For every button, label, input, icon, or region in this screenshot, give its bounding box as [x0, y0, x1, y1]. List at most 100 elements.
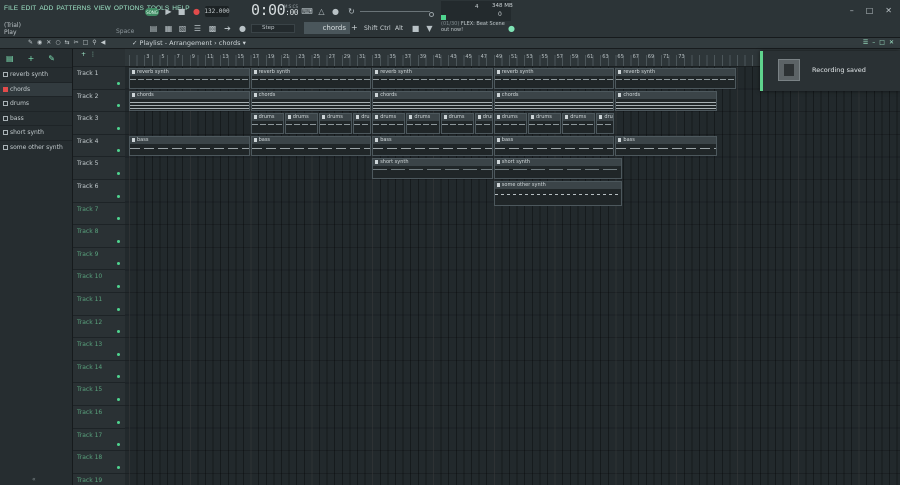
track-header[interactable]: Track 5 — [73, 157, 125, 180]
track-mute-led[interactable] — [117, 239, 120, 243]
pattern-clip[interactable]: drums — [406, 113, 440, 134]
pattern-clip[interactable]: bass — [493, 135, 615, 157]
pattern-clip[interactable]: drums — [319, 113, 353, 134]
pattern-clip[interactable]: drums — [596, 113, 615, 134]
track-header[interactable]: Track 9 — [73, 248, 125, 271]
track-mute-led[interactable] — [117, 375, 120, 379]
menu-file[interactable]: FILE — [4, 5, 18, 15]
track-header[interactable]: Track 8 — [73, 225, 125, 248]
master-pitch-slider[interactable] — [360, 11, 430, 12]
delete-tool-icon[interactable]: ✕ — [46, 39, 51, 46]
snap-selector[interactable]: Step — [251, 24, 295, 33]
cart-icon[interactable]: ▼ — [424, 23, 435, 34]
pattern-clip[interactable]: reverb synth — [250, 68, 372, 89]
pattern-clip[interactable]: reverb synth — [372, 68, 493, 89]
track-mute-led[interactable] — [117, 262, 120, 266]
piano-roll-icon[interactable]: ▦ — [163, 23, 174, 34]
track-header[interactable]: Track 10 — [73, 270, 125, 293]
track-header[interactable]: Track 2 — [73, 90, 125, 113]
track-mute-led[interactable] — [117, 171, 120, 175]
maximize-icon[interactable]: □ — [866, 6, 874, 15]
pattern-clip[interactable]: bass — [250, 135, 372, 157]
track-mute-led[interactable] — [117, 465, 120, 469]
pattern-clip[interactable]: chords — [493, 90, 615, 112]
pattern-clip[interactable]: short synth — [493, 158, 622, 179]
pattern-clip[interactable]: short synth — [372, 158, 493, 179]
notification-toast[interactable]: Recording saved — [760, 51, 900, 91]
picker-item[interactable]: reverb synth — [0, 67, 72, 82]
pattern-clip[interactable]: drums — [528, 113, 562, 134]
pattern-clip[interactable]: chords — [372, 90, 493, 112]
record-icon[interactable]: ● — [191, 6, 202, 17]
track-mute-led[interactable] — [117, 217, 120, 221]
pattern-clip[interactable]: some other synth — [493, 181, 622, 206]
pattern-clip[interactable]: bass — [615, 135, 717, 157]
pattern-clip[interactable]: reverb synth — [615, 68, 736, 89]
track-mute-led[interactable] — [117, 307, 120, 311]
online-icon[interactable]: ● — [506, 23, 517, 34]
pattern-clip[interactable]: drums — [353, 113, 372, 134]
paint-tool-icon[interactable]: ◉ — [37, 39, 42, 46]
track-mute-led[interactable] — [117, 104, 120, 108]
pattern-clip[interactable]: bass — [129, 135, 250, 157]
track-header[interactable]: Track 7 — [73, 203, 125, 226]
browser-icon[interactable]: ➔ — [222, 23, 233, 34]
track-mute-led[interactable] — [117, 352, 120, 356]
track-header[interactable]: Track 1 — [73, 67, 125, 90]
track-options-icon[interactable]: ⋮ — [90, 51, 96, 58]
news-link[interactable]: out now! — [441, 27, 463, 33]
picker-item[interactable]: bass — [0, 110, 72, 126]
alt-key[interactable]: Alt — [395, 25, 403, 32]
pattern-selector[interactable]: chords — [304, 22, 350, 34]
pattern-clip[interactable]: bass — [372, 135, 493, 157]
typing-keyboard-icon[interactable]: ⌨ — [300, 6, 314, 17]
master-volume-knob[interactable] — [429, 12, 434, 17]
picker-add-icon[interactable]: + — [28, 54, 35, 63]
shift-key[interactable]: Shift — [364, 25, 378, 32]
track-header[interactable]: Track 16 — [73, 406, 125, 429]
pattern-clip[interactable]: drums — [440, 113, 474, 134]
add-track-icon[interactable]: + — [81, 51, 86, 58]
picker-item[interactable]: drums — [0, 96, 72, 111]
window-close-icon[interactable]: ✕ — [889, 39, 894, 46]
picker-item[interactable]: chords — [0, 81, 72, 96]
window-menu-icon[interactable]: ☰ — [863, 39, 868, 46]
pattern-clip[interactable]: drums — [284, 113, 318, 134]
picker-scroll-icon[interactable]: « — [32, 476, 36, 483]
track-header[interactable]: Track 19 — [73, 474, 125, 485]
track-mute-led[interactable] — [117, 149, 120, 153]
tempo-display[interactable]: 132.000 — [204, 6, 230, 17]
window-minimize-icon[interactable]: – — [872, 39, 875, 46]
track-header[interactable]: Track 15 — [73, 383, 125, 406]
slice-tool-icon[interactable]: ✂ — [74, 39, 79, 46]
menu-edit[interactable]: EDIT — [21, 5, 36, 15]
pattern-clip[interactable]: drums — [562, 113, 596, 134]
stop-icon[interactable]: ■ — [176, 6, 187, 17]
track-header[interactable]: Track 13 — [73, 338, 125, 361]
mixer-icon[interactable]: ☰ — [192, 23, 203, 34]
track-header[interactable]: Track 12 — [73, 316, 125, 339]
plugin-picker-icon[interactable]: ▩ — [207, 23, 218, 34]
track-header[interactable]: Track 6 — [73, 180, 125, 203]
pattern-clip[interactable]: chords — [250, 90, 372, 112]
channel-rack-icon[interactable]: ▧ — [177, 23, 188, 34]
pattern-clip[interactable]: chords — [615, 90, 717, 112]
pattern-song-toggle[interactable]: SONG — [145, 8, 159, 16]
menu-add[interactable]: ADD — [39, 5, 53, 15]
menu-view[interactable]: VIEW — [94, 5, 111, 15]
pattern-clip[interactable]: drums — [474, 113, 493, 134]
play-icon[interactable]: ▶ — [163, 6, 174, 17]
track-header[interactable]: Track 3 — [73, 112, 125, 135]
picker-pattern-icon[interactable]: ▤ — [6, 54, 14, 63]
track-mute-led[interactable] — [117, 81, 120, 85]
arrow-icon[interactable]: ✓ — [132, 39, 137, 47]
arrangement-grid[interactable]: 3 5 7 9 11 13 15 17 19 21 23 25 27 29 31 33 35 37 39 41 43 45… — [125, 49, 900, 485]
dashboard-icon[interactable]: ■ — [410, 23, 421, 34]
playback-tool-icon[interactable]: ◀ — [101, 39, 106, 46]
track-mute-led[interactable] — [117, 420, 120, 424]
countdown-icon[interactable]: ● — [330, 6, 341, 17]
track-header[interactable]: Track 11 — [73, 293, 125, 316]
track-mute-led[interactable] — [117, 330, 120, 334]
select-tool-icon[interactable]: □ — [83, 39, 89, 46]
track-mute-led[interactable] — [117, 126, 120, 130]
